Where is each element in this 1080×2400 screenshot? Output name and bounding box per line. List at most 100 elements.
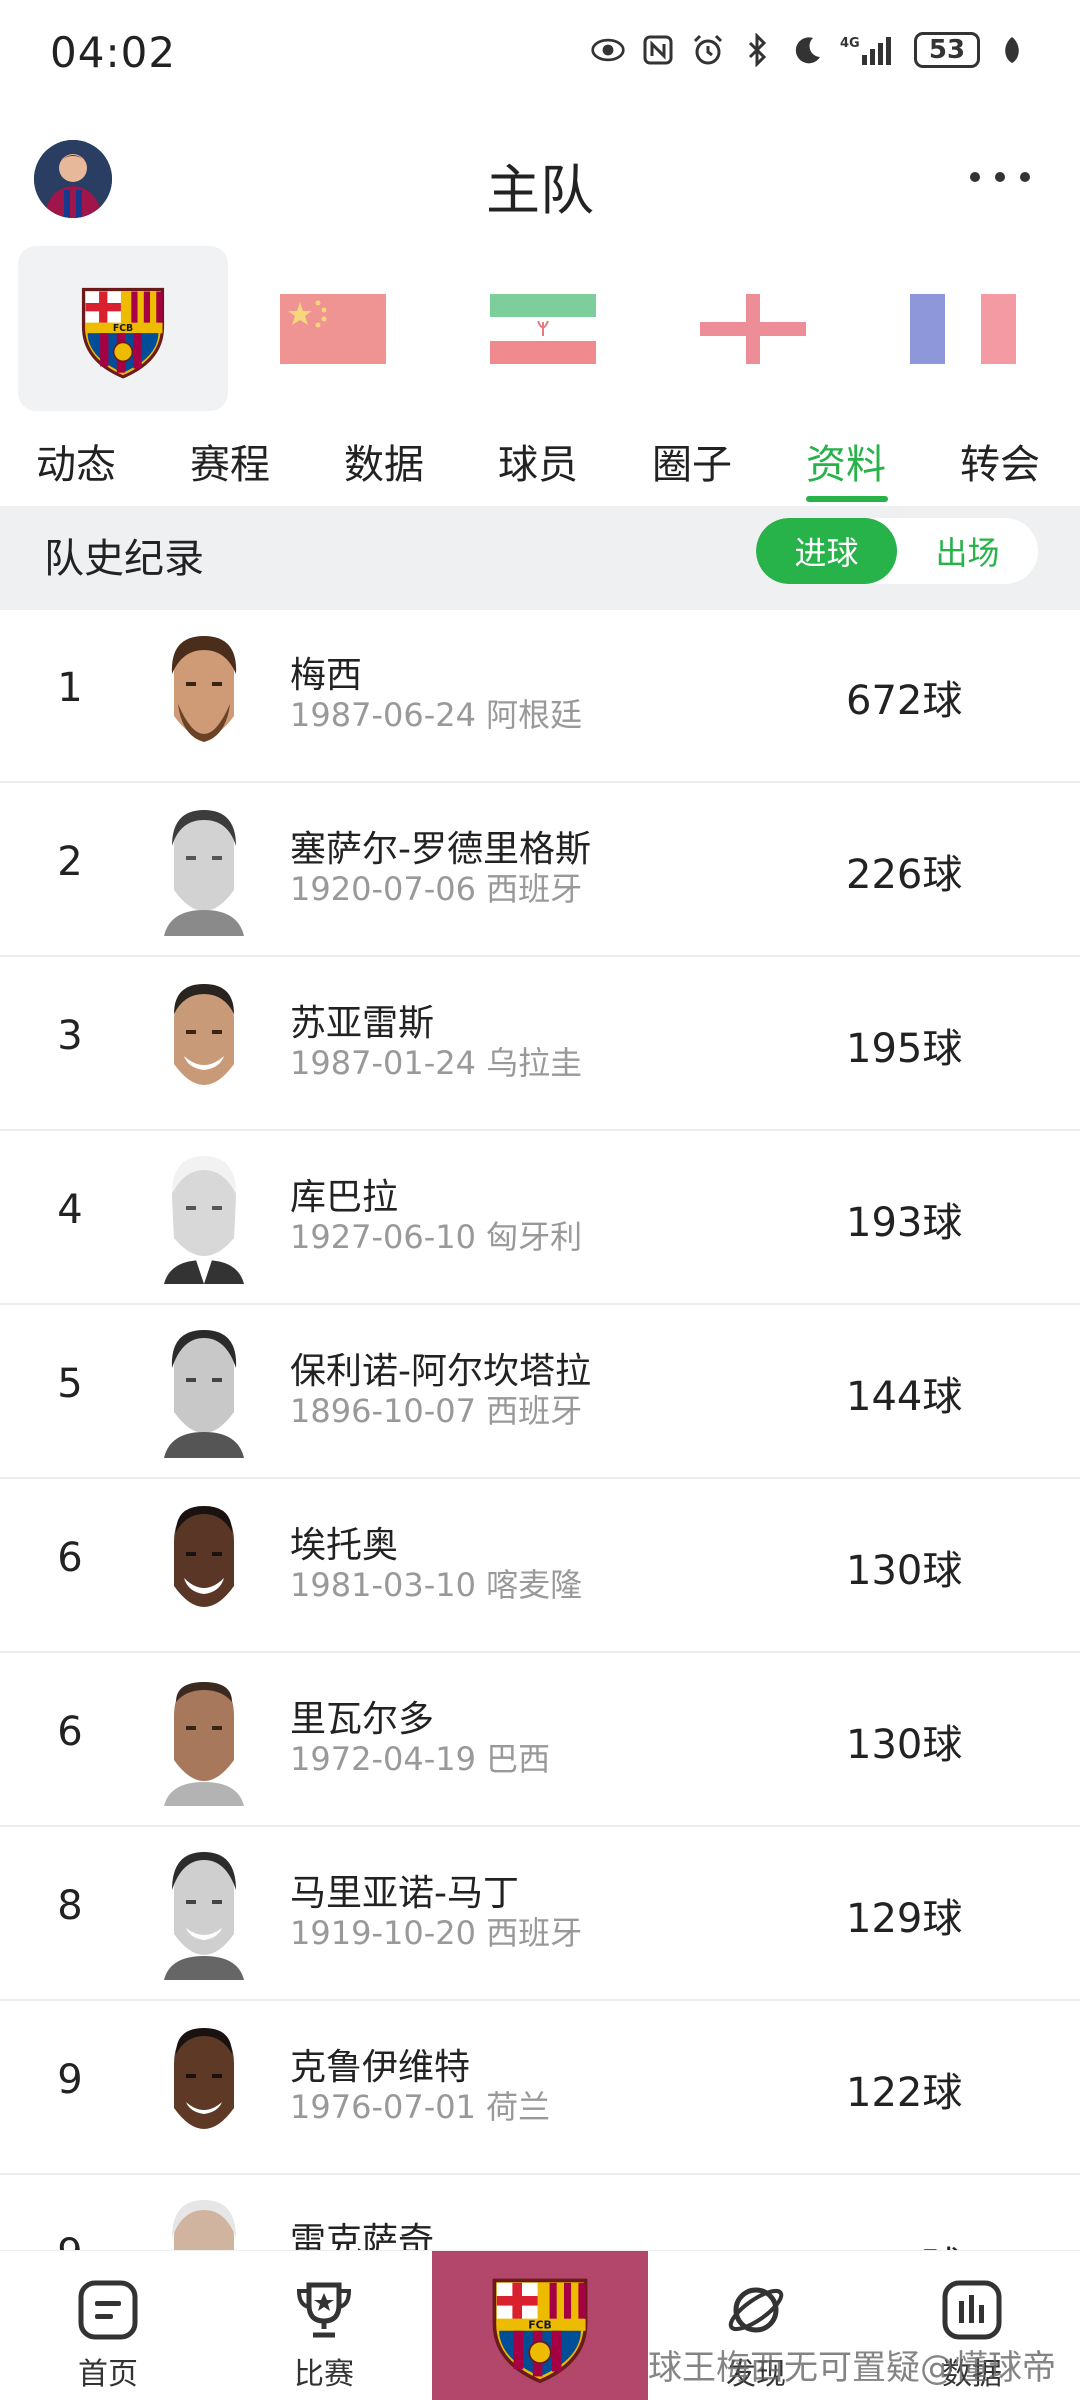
more-options-icon[interactable] xyxy=(970,152,1030,202)
tab-community[interactable]: 圈子 xyxy=(652,432,732,490)
list-item[interactable]: 6 里瓦尔多 1972-04-19 巴西 130球 xyxy=(0,1654,1080,1827)
rank: 9 xyxy=(57,2057,83,2103)
tab-info[interactable]: 资料 xyxy=(806,432,886,490)
goal-count: 144球 xyxy=(846,1374,963,1420)
player-photo xyxy=(171,636,237,742)
status-icons: 4G 53 xyxy=(590,32,1030,68)
list-item[interactable]: 3 苏亚雷斯 1987-01-24 乌拉圭 195球 xyxy=(0,958,1080,1131)
team-item-china[interactable] xyxy=(228,246,438,411)
trophy-icon xyxy=(296,2282,352,2338)
goal-count: 122球 xyxy=(846,2234,962,2250)
rank: 6 xyxy=(57,1535,83,1581)
rank: 8 xyxy=(57,1883,83,1929)
stat-toggle: 进球 出场 xyxy=(756,518,1038,584)
goal-count: 130球 xyxy=(846,1722,963,1768)
rank: 3 xyxy=(57,1013,83,1059)
goal-count: 122球 xyxy=(846,2070,963,2116)
england-flag-icon xyxy=(700,293,806,364)
player-info: 1981-03-10 喀麦隆 xyxy=(290,1566,583,1604)
list-item[interactable]: 5 保利诺-阿尔坎塔拉 1896-10-07 西班牙 144球 xyxy=(0,1306,1080,1479)
eye-icon xyxy=(590,32,626,68)
china-flag-icon xyxy=(280,293,386,364)
nav-label: 比赛 xyxy=(294,2357,354,2392)
svg-text:FCB: FCB xyxy=(113,323,133,334)
nav-team-center[interactable]: FCB xyxy=(432,2251,648,2400)
chart-icon xyxy=(942,2280,1002,2340)
player-info: 1919-10-20 西班牙 xyxy=(290,1914,583,1952)
player-photo xyxy=(164,1852,244,1980)
rank: 9 xyxy=(40,2231,100,2250)
status-bar: 04:02 4G 53 xyxy=(0,0,1080,115)
status-time: 04:02 xyxy=(50,28,177,77)
list-item[interactable]: 1 梅西 1987-06-24 阿根廷 672球 xyxy=(0,610,1080,783)
home-icon xyxy=(78,2280,138,2340)
iran-flag-icon xyxy=(490,293,596,364)
rank: 2 xyxy=(57,839,83,885)
player-photo xyxy=(164,1156,244,1284)
nav-home[interactable]: 首页 xyxy=(0,2251,216,2400)
tab-players[interactable]: 球员 xyxy=(498,432,578,490)
nav-label: 首页 xyxy=(78,2357,138,2392)
fcb-crest-icon: FCB xyxy=(492,2278,588,2384)
list-item[interactable]: 9 雷克萨奇 122球 xyxy=(0,2176,1080,2250)
goal-count: 130球 xyxy=(846,1548,963,1594)
team-item-england[interactable] xyxy=(648,246,858,411)
list-item[interactable]: 4 库巴拉 1927-06-10 匈牙利 193球 xyxy=(0,1132,1080,1305)
leaf-icon xyxy=(994,32,1030,68)
player-photo xyxy=(164,1330,244,1458)
player-photo xyxy=(174,1506,234,1607)
tab-stats[interactable]: 数据 xyxy=(344,432,424,490)
tab-transfers[interactable]: 转会 xyxy=(960,432,1040,490)
nav-matches[interactable]: 比赛 xyxy=(216,2251,432,2400)
signal-4g-icon: 4G xyxy=(840,32,900,68)
svg-text:4G: 4G xyxy=(840,36,860,51)
player-photo xyxy=(174,984,234,1085)
player-info: 1920-07-06 西班牙 xyxy=(290,870,583,908)
moon-icon xyxy=(790,32,826,68)
battery-icon: 53 xyxy=(914,32,980,68)
fcb-crest-icon: FCB xyxy=(81,287,165,379)
svg-text:FCB: FCB xyxy=(528,2318,552,2331)
player-info: 1987-01-24 乌拉圭 xyxy=(290,1044,583,1082)
player-photo xyxy=(164,810,244,936)
goal-count: 226球 xyxy=(846,852,963,898)
toggle-goals[interactable]: 进球 xyxy=(756,518,897,584)
rank: 4 xyxy=(57,1187,83,1233)
tab-bar: 动态 赛程 数据 球员 圈子 资料 转会 xyxy=(0,420,1080,506)
planet-icon xyxy=(728,2287,784,2333)
alarm-icon xyxy=(690,32,726,68)
watermark: 球王梅西无可置疑@懂球帝 xyxy=(648,2348,1056,2388)
list-item[interactable]: 9 克鲁伊维特 1976-07-01 荷兰 122球 xyxy=(0,2002,1080,2175)
player-info: 1987-06-24 阿根廷 xyxy=(290,696,583,734)
france-flag-icon xyxy=(910,293,1016,364)
team-item-fcb[interactable]: FCB xyxy=(18,246,228,411)
records-section-header: 队史纪录 进球 出场 xyxy=(0,506,1080,610)
tab-dynamics[interactable]: 动态 xyxy=(36,432,116,490)
goal-count: 129球 xyxy=(846,1896,963,1942)
section-title: 队史纪录 xyxy=(44,536,204,582)
list-item[interactable]: 8 马里亚诺-马丁 1919-10-20 西班牙 129球 xyxy=(0,1828,1080,2001)
list-item[interactable]: 6 埃托奥 1981-03-10 喀麦隆 130球 xyxy=(0,1480,1080,1653)
player-info: 1896-10-07 西班牙 xyxy=(290,1392,583,1430)
team-item-iran[interactable] xyxy=(438,246,648,411)
goal-count: 193球 xyxy=(846,1200,963,1246)
goal-count: 672球 xyxy=(846,678,963,724)
team-selector: FCB xyxy=(0,246,1080,411)
player-photo xyxy=(174,2028,234,2129)
list-item[interactable]: 2 塞萨尔-罗德里格斯 1920-07-06 西班牙 226球 xyxy=(0,784,1080,957)
active-tab-indicator xyxy=(806,496,888,502)
player-info: 1972-04-19 巴西 xyxy=(290,1740,551,1778)
rank: 6 xyxy=(57,1709,83,1755)
rank: 5 xyxy=(57,1361,83,1407)
rank: 1 xyxy=(57,665,83,711)
bluetooth-icon xyxy=(740,32,776,68)
page-title: 主队 xyxy=(486,159,594,222)
header: 主队 xyxy=(0,128,1080,228)
player-name: 雷克萨奇 xyxy=(290,2221,435,2250)
player-info: 1927-06-10 匈牙利 xyxy=(290,1218,583,1256)
team-item-france[interactable] xyxy=(858,246,1068,411)
goal-count: 195球 xyxy=(846,1026,963,1072)
toggle-appearances[interactable]: 出场 xyxy=(897,518,1038,584)
nfc-icon xyxy=(640,32,676,68)
tab-schedule[interactable]: 赛程 xyxy=(190,432,270,490)
